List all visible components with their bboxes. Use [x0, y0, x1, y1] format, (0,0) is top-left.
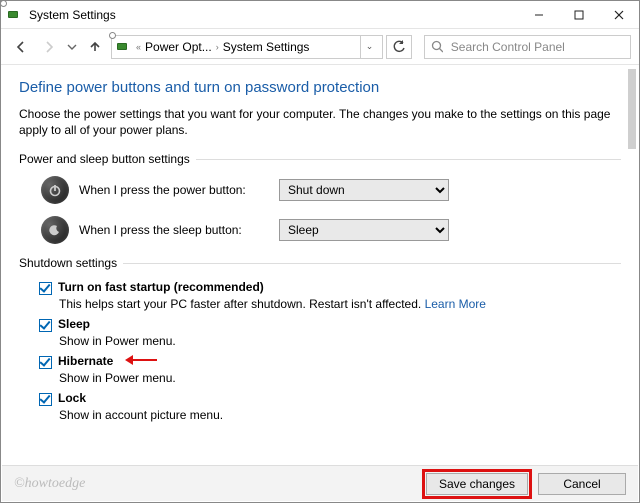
navbar: « Power Opt... › System Settings ⌄ [1, 29, 639, 65]
chevron-right-icon: › [216, 42, 219, 52]
back-button[interactable] [9, 35, 33, 59]
sleep-button-icon [41, 216, 69, 244]
section-label-buttons: Power and sleep button settings [19, 152, 190, 166]
fast-startup-label: Turn on fast startup (recommended) [58, 280, 264, 294]
watermark: ©howtoedge [14, 476, 85, 492]
breadcrumb-segment[interactable]: Power Opt... [145, 40, 212, 54]
vertical-scrollbar[interactable] [628, 69, 636, 461]
up-button[interactable] [83, 35, 107, 59]
breadcrumb[interactable]: « Power Opt... › System Settings ⌄ [111, 35, 383, 59]
recent-locations-button[interactable] [65, 35, 79, 59]
close-button[interactable] [599, 1, 639, 29]
fast-startup-sub: This helps start your PC faster after sh… [59, 297, 621, 311]
refresh-button[interactable] [386, 35, 412, 59]
annotation-arrow-icon [125, 355, 157, 365]
minimize-button[interactable] [519, 1, 559, 29]
sleep-button-label: When I press the sleep button: [79, 223, 269, 237]
lock-checkbox[interactable] [39, 393, 52, 406]
power-button-icon [41, 176, 69, 204]
titlebar: System Settings [1, 1, 639, 29]
divider [196, 159, 621, 160]
footer: ©howtoedge Save changes Cancel [2, 465, 638, 501]
search-icon [431, 40, 443, 53]
breadcrumb-segment[interactable]: System Settings [223, 40, 310, 54]
page-title: Define power buttons and turn on passwor… [19, 79, 621, 96]
divider [123, 263, 621, 264]
power-options-icon [116, 39, 132, 55]
sleep-button-select[interactable]: Do nothingSleepHibernateShut downTurn of… [279, 219, 449, 241]
cancel-button[interactable]: Cancel [538, 473, 626, 495]
hibernate-checkbox-label: Hibernate [58, 354, 157, 368]
page-description: Choose the power settings that you want … [19, 106, 621, 138]
forward-button[interactable] [37, 35, 61, 59]
power-options-icon [7, 7, 23, 23]
learn-more-link[interactable]: Learn More [425, 297, 486, 311]
lock-checkbox-label: Lock [58, 391, 86, 405]
sleep-checkbox-sub: Show in Power menu. [59, 334, 621, 348]
breadcrumb-separator-icon: « [136, 42, 141, 52]
content-area: Define power buttons and turn on passwor… [1, 65, 639, 465]
power-button-select[interactable]: Do nothingSleepHibernateShut downTurn of… [279, 179, 449, 201]
maximize-button[interactable] [559, 1, 599, 29]
scrollbar-thumb[interactable] [628, 69, 636, 149]
section-label-shutdown: Shutdown settings [19, 256, 117, 270]
search-box[interactable] [424, 35, 631, 59]
fast-startup-checkbox[interactable] [39, 282, 52, 295]
hibernate-checkbox-sub: Show in Power menu. [59, 371, 621, 385]
save-changes-button[interactable]: Save changes [426, 473, 528, 495]
sleep-checkbox[interactable] [39, 319, 52, 332]
power-button-label: When I press the power button: [79, 183, 269, 197]
hibernate-checkbox[interactable] [39, 356, 52, 369]
search-input[interactable] [449, 39, 624, 55]
lock-checkbox-sub: Show in account picture menu. [59, 408, 621, 422]
sleep-checkbox-label: Sleep [58, 317, 90, 331]
breadcrumb-dropdown-icon[interactable]: ⌄ [360, 36, 378, 58]
window-title: System Settings [29, 8, 116, 22]
